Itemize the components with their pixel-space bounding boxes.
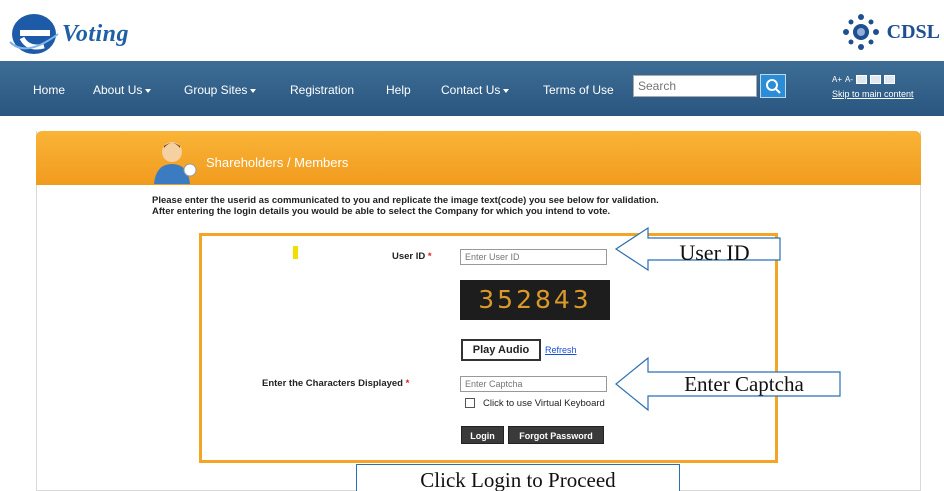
nav-group-sites-label: Group Sites: [184, 83, 248, 97]
nav-registration[interactable]: Registration: [290, 83, 354, 97]
mail-icon[interactable]: [884, 75, 896, 84]
main-nav: Home About Us Group Sites Registration H…: [0, 61, 944, 116]
cdsl-logo[interactable]: CDSL: [839, 12, 940, 52]
e-logo-icon: [9, 14, 59, 54]
shareholder-avatar-icon: [154, 142, 197, 184]
caret-down-icon: [250, 88, 257, 93]
font-increase-button[interactable]: A+: [832, 75, 842, 84]
captcha-label-text: Enter the Characters Displayed: [262, 378, 403, 389]
virtual-keyboard-checkbox[interactable]: [465, 398, 475, 408]
nav-terms-of-use[interactable]: Terms of Use: [543, 83, 614, 97]
userid-label-text: User ID: [392, 251, 426, 262]
userid-input[interactable]: [460, 249, 607, 265]
instruction-line-1: Please enter the userid as communicated …: [152, 195, 659, 206]
search-input[interactable]: [633, 75, 757, 97]
nav-about-us[interactable]: About Us: [93, 83, 152, 97]
virtual-keyboard-label: Click to use Virtual Keyboard: [483, 398, 605, 409]
captcha-image: 352843: [460, 280, 610, 320]
panel-title: Shareholders / Members: [206, 155, 349, 170]
evoting-logo[interactable]: Voting: [8, 12, 129, 56]
sitemap-icon[interactable]: [856, 75, 868, 84]
login-callout: Click Login to Proceed: [356, 464, 680, 491]
instruction-line-2: After entering the login details you wou…: [152, 206, 611, 217]
nav-contact-us[interactable]: Contact Us: [441, 83, 510, 97]
required-mark: *: [405, 378, 410, 389]
accessibility-tools: A+ A-: [832, 75, 896, 84]
print-icon[interactable]: [870, 75, 882, 84]
play-audio-button[interactable]: Play Audio: [461, 339, 541, 361]
nav-group-sites[interactable]: Group Sites: [184, 83, 257, 97]
skip-to-main-link[interactable]: Skip to main content: [832, 89, 914, 99]
evoting-page: Voting CDSL Home About Us Group Sites Re…: [0, 0, 944, 491]
instructions: Please enter the userid as communicated …: [152, 195, 659, 217]
nav-help[interactable]: Help: [386, 83, 411, 97]
nav-about-us-label: About Us: [93, 83, 143, 97]
search-icon: [766, 79, 781, 94]
userid-label: User ID *: [392, 251, 432, 262]
refresh-captcha-link[interactable]: Refresh: [545, 345, 577, 355]
caret-down-icon: [503, 88, 510, 93]
captcha-label: Enter the Characters Displayed *: [262, 378, 409, 389]
caret-down-icon: [145, 88, 152, 93]
highlight-marker: [293, 246, 298, 259]
captcha-callout: Enter Captcha: [684, 372, 804, 396]
captcha-input[interactable]: [460, 376, 607, 392]
font-decrease-button[interactable]: A-: [845, 75, 853, 84]
forgot-password-button[interactable]: Forgot Password: [508, 426, 604, 444]
nav-contact-us-label: Contact Us: [441, 83, 501, 97]
cdsl-text: CDSL: [886, 20, 940, 43]
login-button[interactable]: Login: [461, 426, 504, 444]
search-button[interactable]: [760, 74, 786, 98]
cdsl-emblem-icon: [842, 14, 879, 50]
nav-home[interactable]: Home: [33, 83, 65, 97]
required-mark: *: [427, 251, 432, 262]
userid-callout: User ID: [679, 240, 750, 265]
logo-text: Voting: [62, 20, 130, 47]
